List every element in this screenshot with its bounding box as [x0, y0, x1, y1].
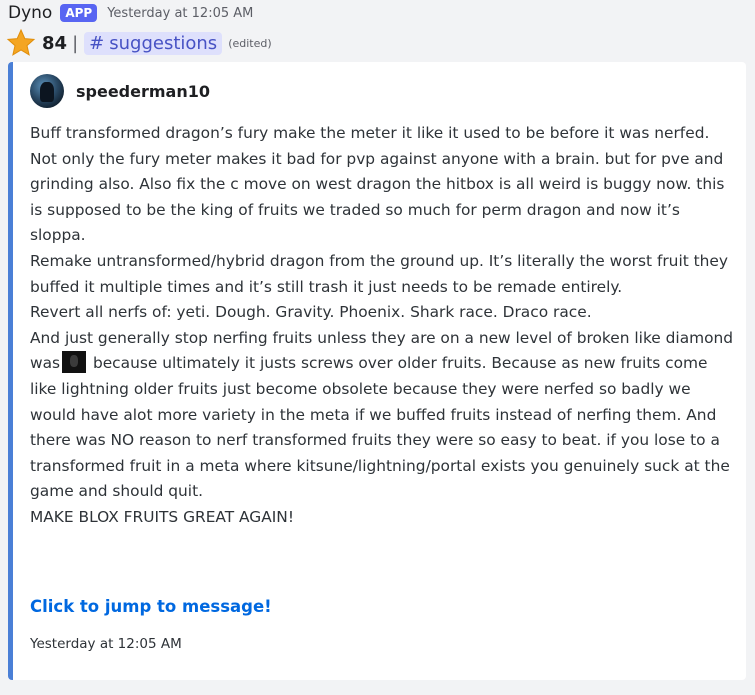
channel-hash-icon: #	[89, 32, 105, 54]
starboard-line: 84 | # suggestions (edited)	[6, 28, 272, 58]
channel-name: suggestions	[109, 32, 218, 54]
message-embed: speederman10 Buff transformed dragon’s f…	[8, 62, 746, 680]
channel-mention[interactable]: # suggestions	[84, 31, 223, 55]
embed-author-name[interactable]: speederman10	[76, 82, 210, 101]
closing-line: MAKE BLOX FRUITS GREAT AGAIN!	[30, 507, 294, 526]
message-timestamp[interactable]: Yesterday at 12:05 AM	[107, 6, 253, 21]
embed-author: speederman10	[30, 74, 210, 108]
edited-label: (edited)	[228, 36, 272, 50]
paragraph-stop-nerfing: And just generally stop nerfing fruits u…	[30, 326, 735, 505]
embed-description: Buff transformed dragon’s fury make the …	[30, 121, 735, 531]
app-badge: APP	[60, 4, 98, 22]
separator: |	[72, 32, 79, 54]
jump-to-message-link[interactable]: Click to jump to message!	[30, 597, 272, 616]
star-count: 84	[42, 32, 68, 54]
paragraph-revert-nerfs: Revert all nerfs of: yeti. Dough. Gravit…	[30, 303, 592, 322]
avatar[interactable]	[30, 74, 64, 108]
paragraph-stop-nerfing-end: because ultimately it justs screws over …	[30, 354, 730, 501]
embed-footer-timestamp: Yesterday at 12:05 AM	[30, 636, 182, 652]
paragraph-buff-dragon: Buff transformed dragon’s fury make the …	[30, 124, 725, 245]
paragraph-remake-dragon: Remake untransformed/hybrid dragon from …	[30, 251, 729, 296]
author-name[interactable]: Dyno	[8, 3, 52, 23]
custom-emoji-icon[interactable]	[62, 351, 87, 374]
star-icon	[6, 28, 36, 58]
message-header: Dyno APP Yesterday at 12:05 AM	[8, 0, 253, 26]
